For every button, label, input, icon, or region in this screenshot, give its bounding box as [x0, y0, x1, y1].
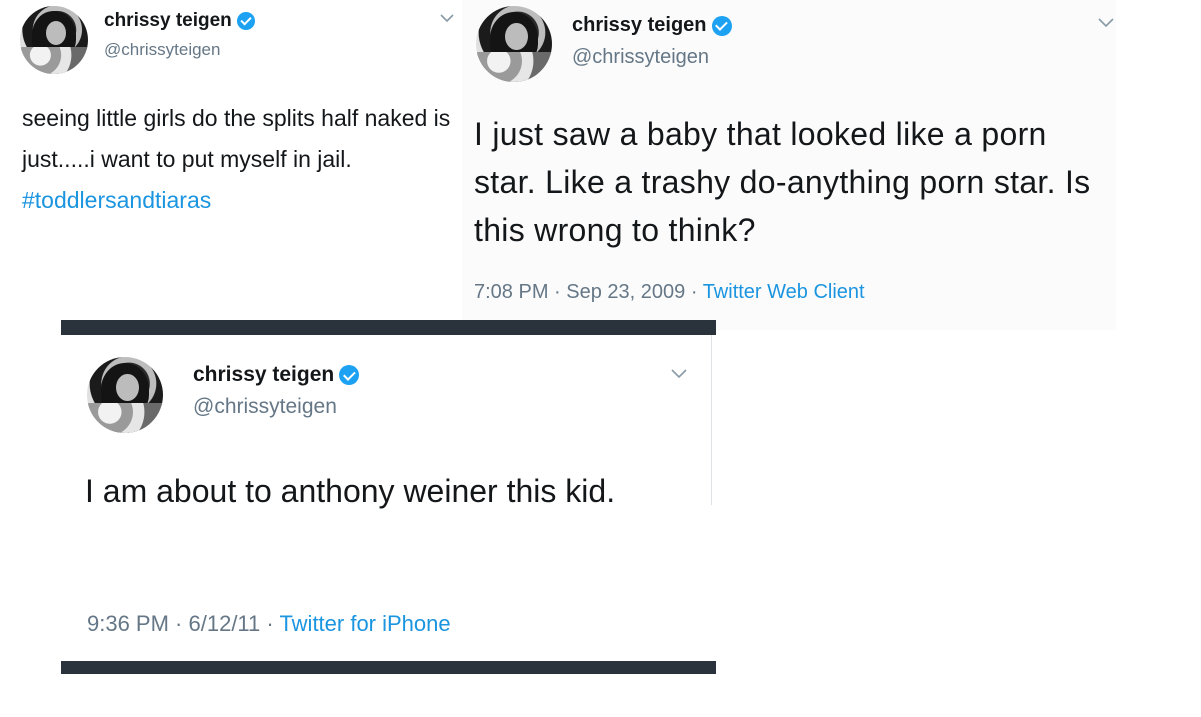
- tweet-source-link[interactable]: Twitter Web Client: [703, 281, 865, 303]
- tweet-card-1: chrissy teigen @chrissyteigen seeing lit…: [0, 0, 470, 300]
- chevron-down-icon[interactable]: [440, 14, 454, 23]
- tweet-date[interactable]: Sep 23, 2009: [566, 281, 685, 303]
- tweet-card-3: chrissy teigen @chrissyteigen I am about…: [61, 335, 716, 661]
- meta-separator: ·: [548, 281, 567, 303]
- tweet-time[interactable]: 9:36 PM: [87, 611, 169, 636]
- tweet-text: seeing little girls do the splits half n…: [22, 98, 467, 221]
- meta-separator: ·: [685, 281, 703, 303]
- tweet-card-2: chrissy teigen @chrissyteigen I just saw…: [462, 0, 1116, 330]
- chevron-down-icon[interactable]: [671, 369, 687, 379]
- avatar[interactable]: [476, 6, 552, 82]
- display-name-text: chrissy teigen: [104, 10, 232, 31]
- meta-separator: ·: [168, 611, 189, 636]
- display-name[interactable]: chrissy teigen: [572, 14, 732, 37]
- verified-badge-icon: [711, 15, 732, 36]
- verified-badge-icon: [339, 365, 360, 386]
- avatar[interactable]: [87, 357, 163, 433]
- tweet-meta: 9:36 PM · 6/12/11 · Twitter for iPhone: [87, 611, 451, 637]
- avatar[interactable]: [20, 6, 88, 74]
- tweet-text: I just saw a baby that looked like a por…: [474, 116, 1091, 248]
- user-handle[interactable]: @chrissyteigen: [193, 395, 337, 419]
- divider-bar-top: [61, 320, 716, 335]
- display-name[interactable]: chrissy teigen: [104, 10, 255, 32]
- tweet-text-content: seeing little girls do the splits half n…: [22, 105, 451, 172]
- user-handle[interactable]: @chrissyteigen: [572, 46, 709, 69]
- verified-badge-icon: [236, 11, 255, 30]
- hashtag-link[interactable]: #toddlersandtiaras: [22, 187, 211, 213]
- tweet-time[interactable]: 7:08 PM: [474, 281, 548, 303]
- tweet-source-link[interactable]: Twitter for iPhone: [279, 611, 450, 636]
- tweet-meta: 7:08 PM · Sep 23, 2009 · Twitter Web Cli…: [474, 281, 865, 304]
- display-name[interactable]: chrissy teigen: [193, 363, 360, 387]
- display-name-text: chrissy teigen: [572, 14, 707, 36]
- chevron-down-icon[interactable]: [1098, 18, 1114, 28]
- display-name-text: chrissy teigen: [193, 363, 335, 386]
- tweet-date[interactable]: 6/12/11: [189, 611, 261, 636]
- divider-bar-bottom: [61, 661, 716, 674]
- card-border: [711, 335, 712, 505]
- user-handle[interactable]: @chrissyteigen: [104, 40, 220, 60]
- meta-separator: ·: [260, 611, 280, 636]
- tweet-text: I am about to anthony weiner this kid.: [85, 473, 616, 509]
